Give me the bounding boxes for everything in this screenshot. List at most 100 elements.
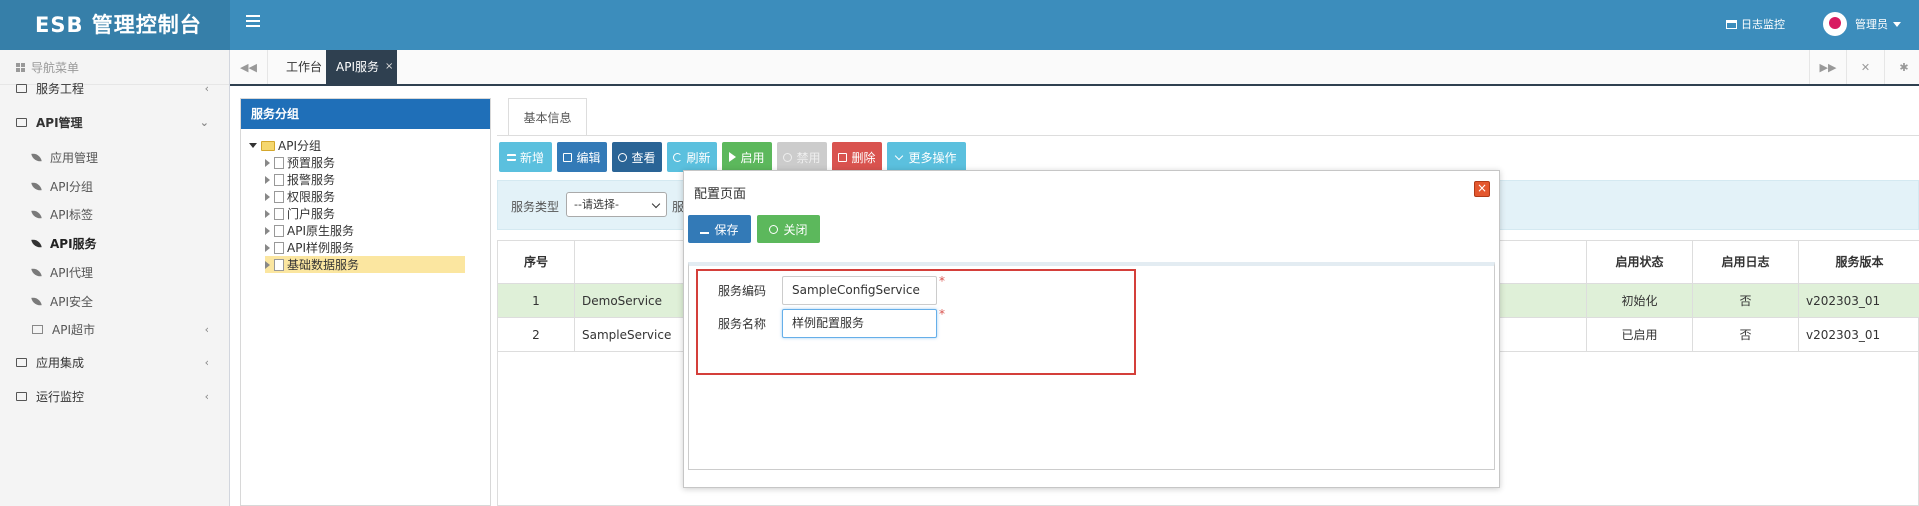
scroll-right-icon[interactable]: ▶▶ [1809, 50, 1847, 84]
folder-icon [16, 84, 27, 93]
expand-icon[interactable] [265, 209, 270, 218]
refresh-button[interactable]: 刷新 [667, 142, 717, 172]
sidebar-item-label: API管理 [36, 116, 83, 130]
user-menu[interactable]: 管理员 [1823, 11, 1901, 37]
table-cell[interactable]: 否 [1693, 318, 1799, 352]
play-icon [729, 152, 737, 162]
table-cell[interactable]: 否 [1693, 284, 1799, 318]
button-label: 启用 [740, 150, 765, 165]
delete-button[interactable]: 删除 [832, 142, 882, 172]
table-cell[interactable]: 初始化 [1587, 284, 1693, 318]
sidebar-item-service-project[interactable]: 服务工程 ‹ [0, 71, 229, 106]
service-type-select[interactable]: --请选择- [566, 192, 667, 217]
service-code-field[interactable]: SampleConfigService [782, 276, 937, 305]
sidebar-item-label: API安全 [50, 295, 93, 309]
tree-node-label: 权限服务 [287, 190, 336, 204]
close-circle-icon [769, 224, 779, 234]
document-icon [274, 258, 284, 271]
expand-icon[interactable] [265, 226, 270, 235]
app-header: ESB 管理控制台 日志监控 管理员 [0, 0, 1919, 50]
disable-button[interactable]: 禁用 [777, 142, 827, 172]
tree-node-label: 报警服务 [287, 173, 336, 187]
chevron-down-icon: ⌄ [199, 116, 209, 129]
column-header-log[interactable]: 启用日志 [1693, 241, 1799, 284]
document-icon [274, 173, 284, 186]
document-icon [274, 190, 284, 203]
close-icon[interactable]: × [1474, 181, 1490, 197]
document-icon [274, 156, 284, 169]
folder-icon [16, 392, 27, 401]
sidebar-item-label: API标签 [50, 208, 93, 222]
modal-title: 配置页面 [694, 187, 747, 202]
expand-icon[interactable] [265, 158, 270, 167]
table-cell[interactable]: 已启用 [1587, 318, 1693, 352]
tree-node[interactable]: API样例服务 [265, 239, 354, 256]
log-monitor-icon [1726, 19, 1737, 29]
expand-icon[interactable] [265, 243, 270, 252]
table-cell[interactable]: 1 [498, 284, 575, 318]
service-name-label: 服务名称 [718, 317, 767, 331]
add-button[interactable]: 新增 [499, 142, 552, 172]
document-icon [274, 241, 284, 254]
tab-basic-info[interactable]: 基本信息 [508, 98, 587, 136]
edit-button[interactable]: 编辑 [557, 142, 607, 172]
save-button[interactable]: 保存 [688, 215, 751, 243]
trash-icon [838, 152, 848, 162]
sidebar-item-app-integration[interactable]: 应用集成 ‹ [0, 345, 229, 380]
sidebar-item-label: API超市 [52, 323, 95, 337]
user-name: 管理员 [1855, 18, 1888, 31]
expand-icon[interactable] [265, 192, 270, 201]
table-cell[interactable]: 2 [498, 318, 575, 352]
expand-icon[interactable] [265, 260, 270, 269]
fullscreen-icon[interactable]: ✕ [1847, 50, 1885, 84]
table-cell[interactable]: v202303_01 [1799, 284, 1919, 318]
more-actions-button[interactable]: 更多操作 [887, 142, 966, 172]
tree-node[interactable]: 门户服务 [265, 205, 335, 222]
close-icon[interactable]: × [385, 50, 393, 84]
log-monitor-link[interactable]: 日志监控 [1726, 14, 1785, 34]
field-value: SampleConfigService [792, 283, 920, 297]
sidebar-item-label: API代理 [50, 266, 93, 280]
folder-icon [32, 325, 43, 334]
button-label: 新增 [519, 150, 544, 165]
tree-node-label: 预置服务 [287, 156, 336, 170]
tree-node[interactable]: 报警服务 [265, 171, 335, 188]
table-cell[interactable]: v202303_01 [1799, 318, 1919, 352]
leaf-icon [31, 238, 42, 249]
sidebar-item-label: 应用管理 [50, 151, 99, 165]
folder-icon [261, 140, 275, 151]
avatar [1823, 12, 1847, 36]
column-header-status[interactable]: 启用状态 [1587, 241, 1693, 284]
tree-node-selected[interactable]: 基础数据服务 [265, 256, 465, 273]
sidebar-item-label: API分组 [50, 180, 93, 194]
tree-node[interactable]: API原生服务 [265, 222, 354, 239]
sidebar-item-api-management[interactable]: API管理 ⌄ [0, 105, 229, 140]
menu-toggle-icon[interactable] [246, 15, 260, 27]
scroll-left-icon[interactable]: ◀◀ [230, 50, 268, 84]
gear-icon[interactable]: ✱ [1885, 50, 1919, 84]
sidebar-item-label: 服务工程 [36, 82, 85, 96]
button-label: 禁用 [796, 150, 821, 165]
column-header-no[interactable]: 序号 [498, 241, 575, 284]
enable-button[interactable]: 启用 [722, 142, 772, 172]
tree-node[interactable]: 预置服务 [265, 154, 335, 171]
column-header-version[interactable]: 服务版本 [1799, 241, 1919, 284]
chevron-left-icon: ‹ [204, 82, 209, 95]
service-name-field[interactable]: 样例配置服务 [782, 309, 937, 338]
expand-icon[interactable] [265, 175, 270, 184]
download-icon [700, 225, 710, 234]
sidebar-item-api-market[interactable]: API超市 ‹ [0, 312, 229, 347]
button-label: 保存 [714, 222, 739, 237]
service-type-label: 服务类型 [511, 200, 560, 214]
close-button[interactable]: 关闭 [757, 215, 820, 243]
log-monitor-label: 日志监控 [1741, 18, 1785, 31]
sidebar-item-run-monitor[interactable]: 运行监控 ‹ [0, 379, 229, 414]
tab-api-service[interactable]: API服务 × [326, 50, 397, 84]
tab-label: 工作台 [286, 60, 323, 74]
expand-icon[interactable] [249, 143, 257, 148]
document-icon [274, 224, 284, 237]
view-button[interactable]: 查看 [612, 142, 662, 172]
tree-root[interactable]: API分组 [249, 137, 321, 154]
tree-node[interactable]: 权限服务 [265, 188, 335, 205]
button-label: 编辑 [576, 150, 601, 165]
